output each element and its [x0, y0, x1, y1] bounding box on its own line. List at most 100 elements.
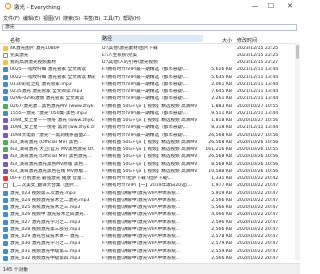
file-name: 0130彩虹之虹 激光管家.mp3 — [10, 81, 72, 87]
file-name: 4K激光图片 激光1080P — [10, 45, 60, 51]
file-modified-date: 2020/10/22 20:47 — [237, 226, 279, 232]
file-path: F:\拥有时节\VIP\最一期精选（都市悬疑\... — [102, 132, 188, 138]
file-size: 5,616 KB — [211, 67, 232, 73]
file-size: 4,066 KB — [211, 212, 232, 218]
menu-edit[interactable]: 编辑(E) — [23, 15, 40, 22]
file-modified-date: 2021/12/11 13:44 — [237, 96, 279, 102]
file-size: 8,568 KB — [211, 161, 232, 167]
mp4-file-icon — [3, 132, 8, 138]
file-path: F:\拥有图\讲解中\激光\VIP\中体系统... — [102, 212, 181, 218]
file-path: F:\拥有图\讲解中\激光\VIP\中体系统... — [102, 248, 181, 254]
file-path: F:\拥有图\讲解中\激光\VIP\中体系统... — [102, 241, 181, 247]
file-size: 1,331 KB — [211, 176, 232, 181]
file-modified-date: 2020/10/22 20:47 — [237, 183, 279, 189]
file-name: 1555—激光 “激光”050集-黑色.mp3 — [10, 110, 87, 116]
vertical-scrollbar[interactable] — [295, 43, 300, 260]
file-path: F:\拥有时节\VIP\最一期精选（都市悬疑\... — [102, 96, 188, 102]
exe-file-icon — [3, 176, 8, 181]
file-name: 激光_029 激光合成技术本一 激光... — [10, 234, 84, 239]
file-size: 2,566 KB — [211, 197, 232, 203]
file-modified-date: 2020/10/26 10:56 — [237, 161, 279, 167]
file-path: F:\拥有时节\VIP\最一期精选（都市悬疑\... — [102, 74, 188, 80]
file-name: 激光_028 视频激光第三部分.mp3 — [10, 226, 81, 232]
menu-view[interactable]: 视图(V) — [43, 15, 60, 22]
file-path: F:\拥有图 50G+\jx【 视频】精选视频 高清MV — [102, 147, 198, 152]
mp3-file-icon — [3, 197, 8, 203]
file-size: 5,635 KB — [211, 74, 232, 80]
file-size: 2,578 KB — [211, 234, 232, 239]
file-size: 2,261 KB — [211, 96, 232, 102]
file-size: 26,568 KB — [208, 132, 232, 138]
everything-app-icon — [5, 3, 11, 9]
file-name: 激光_032 视频激光中级第四.mp3 — [10, 255, 81, 261]
column-header: 名称 路径 大小 修改时间 — [0, 35, 300, 44]
file-modified-date: 2023/12/15 22:27 — [237, 60, 279, 65]
file-name: 4ul_演哥激光激光黑色在线 MV原版... — [10, 168, 88, 174]
file-size: 5,566 KB — [211, 205, 232, 210]
menu-bookmarks[interactable]: 书签(B) — [83, 15, 100, 22]
file-size: 26,568 KB — [208, 154, 232, 160]
file-modified-date: 2020/10/22 20:47 — [237, 197, 279, 203]
file-modified-date: 2020/10/22 20:47 — [237, 190, 279, 196]
file-modified-date: 2021/12/11 13:44 — [237, 81, 279, 87]
column-size-header[interactable]: 大小 — [222, 37, 232, 44]
file-name: 1094_女上星——悦冬 黑洞 (ww.zhyk.cn)... — [10, 125, 95, 131]
file-modified-date: 2020/10/22 20:42 — [237, 176, 279, 181]
mp3-file-icon — [3, 89, 8, 94]
file-path: E:\人生系统\完美 — [102, 52, 138, 58]
file-path: D:\其他\人的引导\激光视频 — [102, 60, 158, 65]
file-name: 激光_025 系统激光技术之三.mp3 — [10, 205, 81, 210]
column-name-header[interactable]: 名称 — [10, 37, 20, 44]
file-name: 4ul_演哥激光激光黑色MV原版 黑色... — [10, 161, 88, 167]
file-path: F:\拥有时节\VIP\最一期精选（都市悬疑\... — [102, 67, 188, 73]
file-name: 4ul_演哥激光 (Official MV) 黑色... — [10, 139, 83, 145]
file-path: F:\拥有图 50G+\jx【 视频】精选视频 高清MV — [102, 139, 198, 145]
file-size: 1,818 KB — [211, 118, 232, 123]
file-size: 9,511 KB — [211, 110, 232, 116]
file-name: 激光_026 视频中 激光技术之四激光... — [10, 212, 89, 218]
scrollbar-thumb[interactable] — [296, 45, 299, 59]
menu-help[interactable]: 帮助(H) — [123, 15, 141, 22]
file-name: 0235激光 激光管家 全文阅读.mp3 — [10, 89, 83, 94]
maximize-button[interactable]: ☐ — [264, 1, 278, 11]
file-modified-date: 2020/10/22 20:47 — [237, 255, 279, 261]
file-modified-date: 2020/10/26 10:56 — [237, 139, 279, 145]
file-path: F:\拥有时节\VIP\最一期精选（都市悬疑\... — [102, 110, 188, 116]
file-name: 0267-激光激…黑色激光MV (www.zhyk.c... — [10, 103, 95, 109]
file-modified-date: 2020/10/27 10:56 — [237, 132, 279, 138]
file-path: F:\拥有图 50G+\jx【 视频】精选视频 高清MV — [102, 118, 198, 123]
mp3-file-icon — [3, 248, 8, 254]
menu-file[interactable]: 文件(F) — [3, 15, 20, 22]
close-button[interactable]: ✕ — [283, 1, 297, 11]
column-date-header[interactable]: 修改时间 — [237, 37, 257, 44]
file-size: 10,588 KB — [208, 168, 232, 174]
table-row[interactable]: 激光_032 视频激光中级第四.mp3 F:\拥有图\讲解中\激光\VIP\中体系… — [0, 254, 294, 262]
file-path: F:\拥有时节\拉萨下载 \拉萨下载\... — [102, 176, 173, 181]
file-modified-date: 2020/10/26 10:55 — [237, 147, 279, 152]
mp3-file-icon — [3, 67, 8, 73]
minimize-button[interactable]: — — [248, 1, 262, 11]
file-path: F:\拥有图\讲解中\激光\VIP\中体系统... — [102, 219, 181, 225]
doc-file-icon — [3, 52, 8, 58]
file-path: F:\拥有图 50G+\jx【 视频】精选视频 高清MV — [102, 154, 198, 160]
img-file-icon — [3, 103, 8, 109]
file-name: 激光_027 激光激光学习之二.mp3 — [10, 219, 81, 225]
mp3-file-icon — [3, 241, 8, 247]
search-input[interactable]: 激光 — [2, 24, 297, 31]
file-name: 我的高清激光视频素材 — [10, 60, 56, 65]
menu-search[interactable]: 搜索(S) — [63, 15, 80, 22]
file-modified-date: 2020/10/22 20:47 — [237, 219, 279, 225]
file-size: 2,596 KB — [211, 219, 232, 225]
mp4-file-icon — [3, 154, 8, 160]
file-modified-date: 2021/12/11 13:44 — [237, 125, 279, 131]
file-size: 2,566 KB — [211, 255, 232, 261]
column-path-header[interactable]: 路径 — [101, 35, 203, 42]
menu-tools[interactable]: 工具(T) — [103, 15, 120, 22]
file-size: 26,568 KB — [208, 139, 232, 145]
file-path: F:\拥有图\讲解中\激光\VIP\中体系统... — [102, 226, 181, 232]
doc-file-icon — [3, 183, 8, 189]
file-modified-date: 2020/10/27 10:56 — [237, 118, 279, 123]
file-path: F:\拥有时节\VIP\最一期精选（都市悬疑\... — [102, 125, 188, 131]
status-bar: 145 个对象 — [0, 263, 300, 274]
file-name: 00-千万别激光 最强激光 播放 音量... — [10, 176, 86, 181]
